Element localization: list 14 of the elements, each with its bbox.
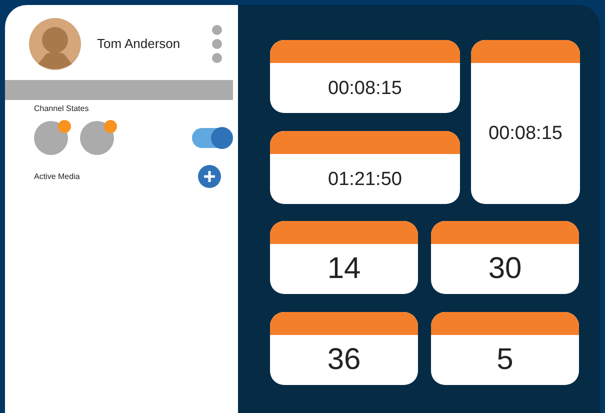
tile-value: 01:21:50 — [328, 170, 402, 188]
add-button[interactable] — [198, 165, 221, 188]
toggle-switch[interactable] — [192, 128, 232, 148]
tile-value: 5 — [496, 345, 514, 375]
section-label: Channel States — [34, 103, 90, 115]
section-label: Active Media — [34, 170, 80, 182]
tile-value: 00:08:15 — [488, 124, 562, 143]
tile-value: 00:08:15 — [328, 78, 402, 98]
tile-value: 36 — [327, 345, 361, 375]
tile-value: 30 — [488, 254, 522, 284]
plus-icon — [203, 170, 216, 183]
tile-value: 14 — [327, 254, 361, 284]
avatar-icon — [29, 18, 81, 70]
user-name: Tom Anderson — [97, 35, 180, 54]
